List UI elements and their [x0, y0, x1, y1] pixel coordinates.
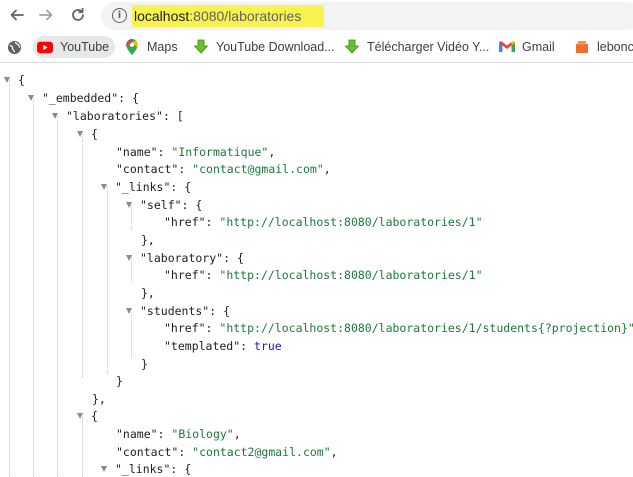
indent-guide: [9, 80, 10, 477]
bookmark-label: Gmail: [522, 40, 555, 54]
bookmarks-bar: YouTube Maps YouTube Download... Télécha…: [0, 32, 633, 63]
json-line-laboratories[interactable]: "laboratories": [: [52, 108, 184, 125]
bookmark-leboncoin[interactable]: leboncc: [574, 36, 633, 58]
indent-guide: [57, 116, 58, 477]
bookmark-label: leboncc: [597, 40, 633, 54]
url-text[interactable]: localhost:8080/laboratories: [134, 7, 301, 25]
bookmark-label: Maps: [147, 40, 178, 54]
bookmark-telecharger-video[interactable]: Télécharger Vidéo Y...: [344, 36, 489, 58]
bookmark-globe[interactable]: [6, 36, 29, 58]
indent-guide: [82, 134, 83, 377]
json-line-links[interactable]: "_links": {: [101, 179, 191, 196]
json-line-templated: "templated": true: [164, 339, 282, 353]
youtube-icon: [37, 39, 53, 55]
json-line-self-href: "href": "http://localhost:8080/laborator…: [164, 215, 483, 229]
gmail-icon: [499, 39, 515, 55]
json-line-links-2[interactable]: "_links": {: [101, 461, 191, 477]
json-line-item2-open[interactable]: {: [77, 408, 98, 425]
reload-icon[interactable]: [67, 4, 89, 26]
download-arrow-icon: [344, 39, 360, 55]
json-line-laboratory[interactable]: "laboratory": {: [126, 250, 244, 267]
collapse-triangle-icon[interactable]: [126, 202, 132, 208]
bookmark-label: YouTube: [60, 40, 110, 54]
json-line-name: "name": "Informatique",: [116, 145, 276, 159]
info-icon[interactable]: i: [112, 8, 127, 23]
url-host: localhost: [134, 8, 190, 24]
collapse-triangle-icon[interactable]: [126, 308, 132, 314]
json-line-name-2: "name": "Biology",: [116, 427, 241, 441]
json-line-embedded[interactable]: "_embedded": {: [28, 90, 139, 107]
maps-pin-icon: [124, 39, 140, 55]
url-path: :8080/laboratories: [189, 8, 302, 24]
json-line-item-close: },: [92, 392, 106, 406]
json-line-laboratory-href: "href": "http://localhost:8080/laborator…: [164, 268, 483, 282]
bookmark-maps[interactable]: Maps: [124, 36, 178, 58]
json-line-students-href: "href": "http://localhost:8080/laborator…: [164, 321, 633, 335]
collapse-triangle-icon[interactable]: [28, 95, 34, 101]
back-arrow-icon[interactable]: [6, 4, 28, 26]
json-line-self-close: },: [141, 233, 155, 247]
json-line-contact-2: "contact": "contact2@gmail.com",: [116, 445, 338, 459]
json-line-item-open[interactable]: {: [77, 126, 98, 143]
json-line-students[interactable]: "students": {: [126, 303, 230, 320]
leboncoin-icon: [574, 39, 590, 55]
json-line-contact: "contact": "contact@gmail.com",: [116, 162, 331, 176]
collapse-triangle-icon[interactable]: [126, 255, 132, 261]
collapse-triangle-icon[interactable]: [101, 466, 107, 472]
bookmark-label: Télécharger Vidéo Y...: [367, 40, 490, 54]
collapse-triangle-icon[interactable]: [101, 184, 107, 190]
indent-guide: [82, 417, 83, 477]
bookmark-youtube-downloader[interactable]: YouTube Download...: [193, 36, 335, 58]
collapse-triangle-icon[interactable]: [4, 77, 10, 83]
bookmark-label: YouTube Download...: [216, 40, 335, 54]
collapse-triangle-icon[interactable]: [52, 113, 58, 119]
download-arrow-icon: [193, 39, 209, 55]
bookmark-gmail[interactable]: Gmail: [499, 36, 555, 58]
globe-icon: [6, 39, 22, 55]
forward-arrow-icon[interactable]: [35, 4, 57, 26]
bookmark-youtube[interactable]: YouTube: [33, 36, 116, 58]
json-line-root-open[interactable]: {: [4, 72, 25, 89]
json-line-laboratory-close: },: [141, 286, 155, 300]
indent-guide: [33, 98, 34, 477]
address-bar[interactable]: i localhost:8080/laboratories: [101, 2, 633, 30]
json-line-self[interactable]: "self": {: [126, 197, 202, 214]
json-line-links-close: }: [116, 374, 123, 388]
json-line-students-close: }: [141, 357, 148, 371]
indent-guide: [107, 186, 108, 374]
json-viewer: { "_embedded": { "laboratories": [ { "na…: [0, 62, 633, 477]
collapse-triangle-icon[interactable]: [77, 413, 83, 419]
collapse-triangle-icon[interactable]: [77, 131, 83, 137]
browser-toolbar: i localhost:8080/laboratories: [0, 0, 633, 32]
